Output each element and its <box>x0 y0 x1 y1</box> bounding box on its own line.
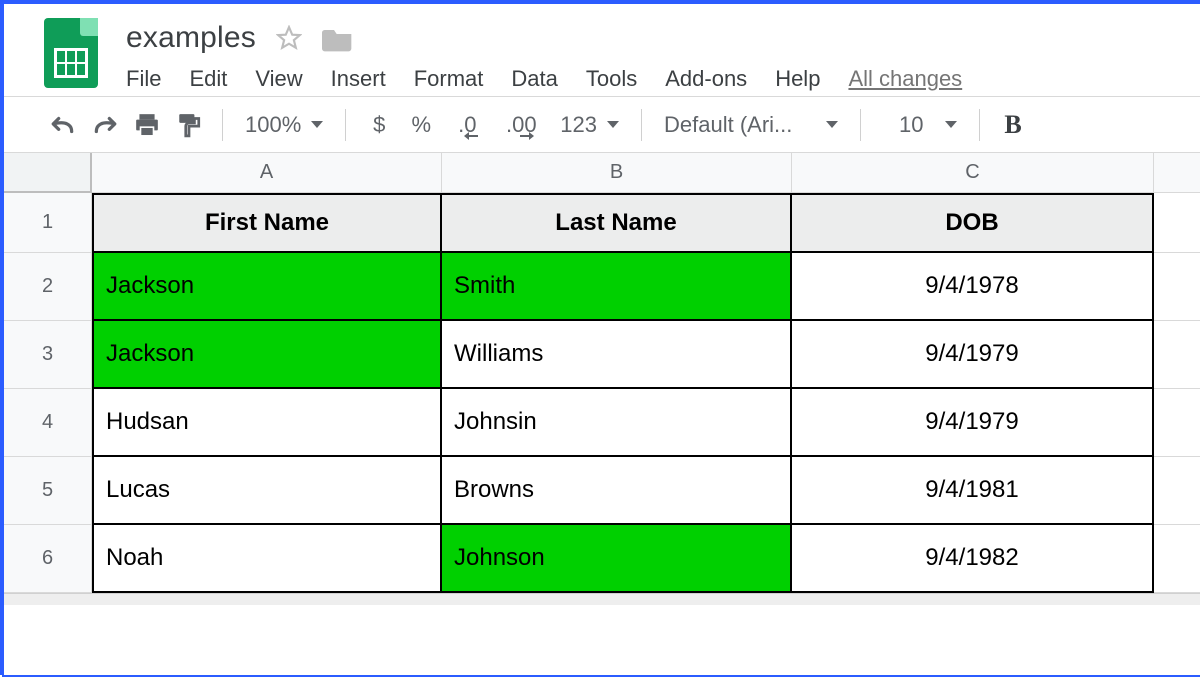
column-header-A[interactable]: A <box>92 153 442 193</box>
row-header-3[interactable]: 3 <box>4 321 92 389</box>
menu-insert[interactable]: Insert <box>331 66 386 92</box>
cell-B2[interactable]: Smith <box>442 253 792 321</box>
toolbar-separator <box>860 109 861 141</box>
font-family-dropdown[interactable]: Default (Ari... <box>656 112 846 138</box>
font-size-label: 10 <box>883 112 923 138</box>
toolbar-separator <box>979 109 980 141</box>
menu-format[interactable]: Format <box>414 66 484 92</box>
menu-view[interactable]: View <box>255 66 302 92</box>
cell-C1[interactable]: DOB <box>792 193 1154 253</box>
menu-help[interactable]: Help <box>775 66 820 92</box>
bold-button[interactable]: B <box>994 106 1032 144</box>
cell-B3[interactable]: Williams <box>442 321 792 389</box>
cell-C6[interactable]: 9/4/1982 <box>792 525 1154 593</box>
save-status[interactable]: All changes <box>848 66 962 92</box>
cell-D2[interactable] <box>1154 253 1200 321</box>
row-header-5[interactable]: 5 <box>4 457 92 525</box>
title-row: examples <box>126 18 962 58</box>
cell-A3[interactable]: Jackson <box>92 321 442 389</box>
cell-C4[interactable]: 9/4/1979 <box>792 389 1154 457</box>
menu-file[interactable]: File <box>126 66 161 92</box>
cell-D5[interactable] <box>1154 457 1200 525</box>
bold-label: B <box>1004 110 1021 140</box>
toolbar-separator <box>345 109 346 141</box>
column-header-C[interactable]: C <box>792 153 1154 193</box>
format-currency-button[interactable]: $ <box>360 106 398 144</box>
cell-A1[interactable]: First Name <box>92 193 442 253</box>
paint-format-button[interactable] <box>170 106 208 144</box>
sheets-app-icon[interactable] <box>44 18 98 88</box>
zoom-dropdown[interactable]: 100% <box>237 112 331 138</box>
cell-B6[interactable]: Johnson <box>442 525 792 593</box>
menubar: File Edit View Insert Format Data Tools … <box>126 66 962 92</box>
cell-D4[interactable] <box>1154 389 1200 457</box>
cell-A4[interactable]: Hudsan <box>92 389 442 457</box>
currency-label: $ <box>373 112 385 138</box>
row-header-2[interactable]: 2 <box>4 253 92 321</box>
column-header-extra[interactable] <box>1154 153 1200 193</box>
menu-data[interactable]: Data <box>511 66 557 92</box>
menu-tools[interactable]: Tools <box>586 66 637 92</box>
decrease-decimals-button[interactable]: .0 <box>444 106 490 144</box>
more-formats-label: 123 <box>560 112 597 138</box>
document-title[interactable]: examples <box>126 21 256 55</box>
cell-C2[interactable]: 9/4/1978 <box>792 253 1154 321</box>
format-percent-button[interactable]: % <box>402 106 440 144</box>
row-header-4[interactable]: 4 <box>4 389 92 457</box>
menu-edit[interactable]: Edit <box>189 66 227 92</box>
cell-B4[interactable]: Johnsin <box>442 389 792 457</box>
font-size-dropdown[interactable]: 10 <box>875 112 965 138</box>
toolbar-separator <box>641 109 642 141</box>
print-button[interactable] <box>128 106 166 144</box>
percent-label: % <box>412 112 432 138</box>
cell-D6[interactable] <box>1154 525 1200 593</box>
folder-icon[interactable] <box>322 24 354 52</box>
cell-A6[interactable]: Noah <box>92 525 442 593</box>
row-header-6[interactable]: 6 <box>4 525 92 593</box>
bottom-strip <box>4 593 1200 605</box>
caret-down-icon <box>826 121 838 128</box>
redo-button[interactable] <box>86 106 124 144</box>
menu-addons[interactable]: Add-ons <box>665 66 747 92</box>
cell-D3[interactable] <box>1154 321 1200 389</box>
undo-button[interactable] <box>44 106 82 144</box>
toolbar-separator <box>222 109 223 141</box>
cell-B1[interactable]: Last Name <box>442 193 792 253</box>
toolbar: 100% $ % .0 .00 123 Default (Ari... 10 B <box>4 96 1200 152</box>
cell-A5[interactable]: Lucas <box>92 457 442 525</box>
spreadsheet-grid[interactable]: A B C 1 First Name Last Name DOB 2 Jacks… <box>4 152 1200 605</box>
increase-decimals-button[interactable]: .00 <box>494 106 548 144</box>
caret-down-icon <box>945 121 957 128</box>
star-icon[interactable] <box>276 25 302 51</box>
cell-D1[interactable] <box>1154 193 1200 253</box>
row-header-1[interactable]: 1 <box>4 193 92 253</box>
column-header-B[interactable]: B <box>442 153 792 193</box>
font-family-label: Default (Ari... <box>664 112 792 138</box>
cell-A2[interactable]: Jackson <box>92 253 442 321</box>
cell-B5[interactable]: Browns <box>442 457 792 525</box>
select-all-corner[interactable] <box>4 153 92 193</box>
more-formats-dropdown[interactable]: 123 <box>552 112 627 138</box>
zoom-value: 100% <box>245 112 301 138</box>
title-area: examples File Edit View Insert Format Da… <box>126 18 962 92</box>
docs-header: examples File Edit View Insert Format Da… <box>4 4 1200 96</box>
caret-down-icon <box>607 121 619 128</box>
caret-down-icon <box>311 121 323 128</box>
cell-C5[interactable]: 9/4/1981 <box>792 457 1154 525</box>
cell-C3[interactable]: 9/4/1979 <box>792 321 1154 389</box>
